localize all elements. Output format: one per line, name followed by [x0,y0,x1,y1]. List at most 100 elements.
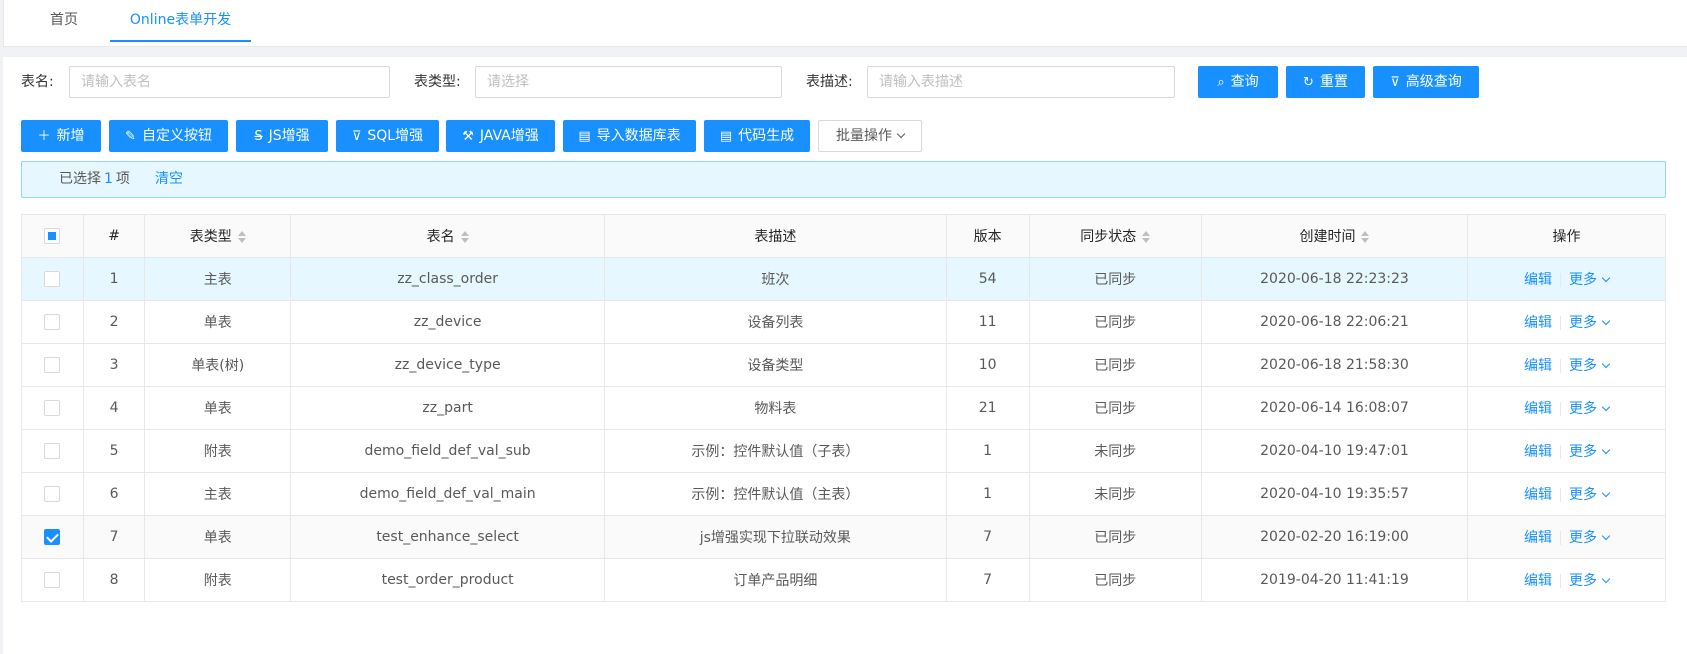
edit-link[interactable]: 编辑 [1524,573,1552,589]
edit-link[interactable]: 编辑 [1524,272,1552,288]
table-type-label: 表类型: [414,74,461,90]
table-type-select[interactable]: 请选择 [475,66,782,98]
custom-button-button[interactable]: ✎ 自定义按钮 [109,120,228,152]
row-table-type: 单表 [144,515,292,559]
row-table-desc: 设备列表 [604,300,947,344]
row-select-cell[interactable] [21,472,84,516]
row-checkbox[interactable] [44,529,61,545]
action-divider [1560,531,1561,545]
batch-operations-dropdown[interactable]: 批量操作 [818,120,922,152]
edit-link[interactable]: 编辑 [1524,315,1552,331]
sql-enhance-button[interactable]: ⊽ SQL增强 [336,120,439,152]
table-name-input[interactable]: 请输入表名 [69,66,390,98]
more-dropdown[interactable]: 更多 [1569,487,1611,503]
selection-suffix: 项 [115,171,130,187]
column-header-index: # [83,214,146,258]
advanced-query-button[interactable]: ⊽ 高级查询 [1373,66,1479,98]
column-header-created-time[interactable]: 创建时间 [1201,214,1469,258]
table-row[interactable]: 5 附表 demo_field_def_val_sub 示例：控件默认值（子表） 1 未同… [21,429,1666,473]
plus-icon: ＋ [37,129,51,144]
table-row[interactable]: 4 单表 zz_part 物料表 21 已同步 2020-06-14 16:08:07 编辑 更… [21,386,1666,430]
row-select-cell[interactable] [21,515,84,559]
table-row[interactable]: 7 单表 test_enhance_select js增强实现下拉联动效果 7 已同步 20… [21,515,1666,559]
row-select-cell[interactable] [21,300,84,344]
row-table-type: 主表 [144,257,292,301]
table-row[interactable]: 6 主表 demo_field_def_val_main 示例：控件默认值（主表） 1 未… [21,472,1666,516]
row-index: 7 [83,515,146,559]
js-enhance-label: JS增强 [268,128,310,144]
row-checkbox[interactable] [44,314,61,330]
more-dropdown[interactable]: 更多 [1569,358,1611,374]
edit-link[interactable]: 编辑 [1524,358,1552,374]
row-checkbox[interactable] [44,443,61,459]
more-dropdown[interactable]: 更多 [1569,272,1611,288]
sort-icon[interactable] [1142,231,1151,243]
more-dropdown[interactable]: 更多 [1569,444,1611,460]
sort-icon[interactable] [460,231,469,243]
row-sync-status: 已同步 [1029,558,1202,602]
row-select-cell[interactable] [21,386,84,430]
more-dropdown[interactable]: 更多 [1569,530,1611,546]
sort-icon[interactable] [1361,231,1370,243]
row-checkbox[interactable] [44,400,61,416]
more-dropdown[interactable]: 更多 [1569,573,1611,589]
table-row[interactable]: 3 单表(树) zz_device_type 设备类型 10 已同步 2020-06-18 … [21,343,1666,387]
row-select-cell[interactable] [21,429,84,473]
row-select-cell[interactable] [21,558,84,602]
table-row[interactable]: 2 单表 zz_device 设备列表 11 已同步 2020-06-18 22:06:21… [21,300,1666,344]
row-version: 1 [946,429,1030,473]
table-row[interactable]: 1 主表 zz_class_order 班次 54 已同步 2020-06-18 22:23… [21,257,1666,301]
custom-button-label: 自定义按钮 [141,128,212,144]
row-table-type: 单表 [144,300,292,344]
row-actions: 编辑 更多 [1467,472,1666,516]
column-header-table-type[interactable]: 表类型 [144,214,292,258]
strikethrough-icon: S̶ [254,129,263,144]
table-row[interactable]: 8 附表 test_order_product 订单产品明细 7 已同步 2019-04-2… [21,558,1666,602]
edit-link[interactable]: 编辑 [1524,444,1552,460]
table-header-row: # 表类型 表名 表描述 版本 同步状态 创建时间 操作 [21,214,1666,258]
select-all-cell[interactable] [21,214,84,258]
row-checkbox[interactable] [44,357,61,373]
add-button[interactable]: ＋ 新增 [21,120,101,152]
row-select-cell[interactable] [21,257,84,301]
action-divider [1560,488,1561,502]
row-sync-status: 已同步 [1029,515,1202,559]
row-sync-status: 未同步 [1029,472,1202,516]
row-index: 3 [83,343,146,387]
more-dropdown[interactable]: 更多 [1569,401,1611,417]
row-created-time: 2020-04-10 19:47:01 [1201,429,1469,473]
row-select-cell[interactable] [21,343,84,387]
sort-icon[interactable] [237,231,246,243]
more-dropdown[interactable]: 更多 [1569,315,1611,331]
row-checkbox[interactable] [44,486,61,502]
clear-selection-link[interactable]: 清空 [155,162,183,197]
row-table-desc: 班次 [604,257,947,301]
select-all-checkbox[interactable] [44,228,61,244]
more-label: 更多 [1569,487,1597,503]
import-db-table-button[interactable]: ▤ 导入数据库表 [563,120,696,152]
edit-link[interactable]: 编辑 [1524,530,1552,546]
row-table-name: test_order_product [290,558,606,602]
js-enhance-button[interactable]: S̶ JS增强 [236,120,328,152]
code-generate-button[interactable]: ▤ 代码生成 [704,120,810,152]
row-checkbox[interactable] [44,572,61,588]
row-table-name: zz_class_order [290,257,606,301]
tab-home[interactable]: 首页 [45,0,83,42]
reset-button[interactable]: ↻ 重置 [1286,66,1365,98]
row-table-name: test_enhance_select [290,515,606,559]
query-button[interactable]: ⌕ 查询 [1198,66,1278,98]
row-checkbox[interactable] [44,271,61,287]
table-desc-input[interactable]: 请输入表描述 [867,66,1175,98]
edit-link[interactable]: 编辑 [1524,487,1552,503]
query-button-label: 查询 [1230,74,1259,90]
tab-online-form-dev[interactable]: Online表单开发 [110,0,251,42]
row-actions: 编辑 更多 [1467,558,1666,602]
sql-enhance-label: SQL增强 [367,128,424,144]
java-enhance-button[interactable]: ⚒ JAVA增强 [446,120,555,152]
column-header-sync-status[interactable]: 同步状态 [1029,214,1202,258]
action-divider [1560,316,1561,330]
table-name-label: 表名: [21,74,54,90]
column-header-table-name[interactable]: 表名 [290,214,606,258]
row-index: 6 [83,472,146,516]
edit-link[interactable]: 编辑 [1524,401,1552,417]
